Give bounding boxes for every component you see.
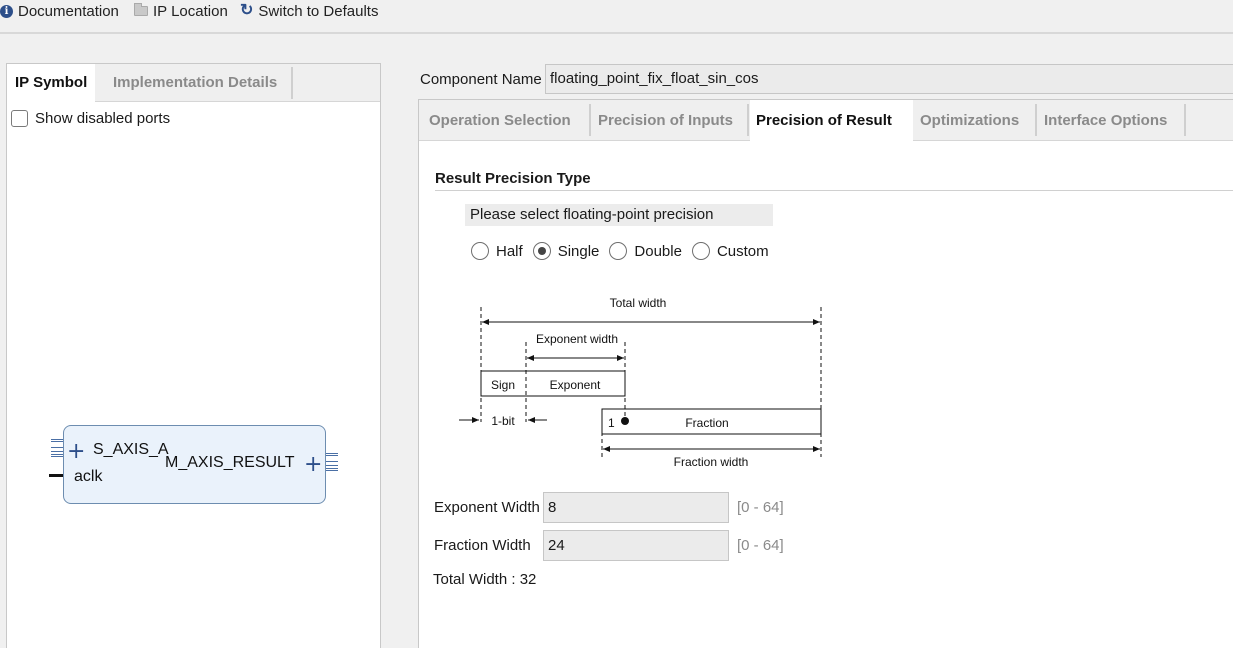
tab-implementation-details[interactable]: Implementation Details <box>105 64 285 102</box>
diagram-sign: Sign <box>491 378 515 392</box>
radio-option-half[interactable]: Half <box>471 242 523 260</box>
documentation-menu[interactable]: i Documentation <box>0 1 119 21</box>
diagram-one-bit: 1-bit <box>491 414 515 428</box>
tab-divider <box>1184 104 1186 136</box>
expand-input-bus-icon[interactable]: + <box>67 441 85 463</box>
radio-label: Custom <box>716 242 769 260</box>
radio-label: Single <box>557 242 600 260</box>
diagram-fraction: Fraction <box>685 416 728 430</box>
tab-precision-of-inputs[interactable]: Precision of Inputs <box>592 100 739 141</box>
tab-optimizations[interactable]: Optimizations <box>914 100 1025 141</box>
exponent-width-range: [0 - 64] <box>737 499 784 516</box>
exponent-width-label: Exponent Width <box>434 499 540 516</box>
port-m-axis-result: M_AXIS_RESULT <box>165 454 295 471</box>
fraction-width-label: Fraction Width <box>434 537 531 554</box>
switch-to-defaults-button[interactable]: ↻ Switch to Defaults <box>240 1 378 21</box>
radio-label: Half <box>496 242 523 260</box>
toolbar: i Documentation IP Location ↻ Switch to … <box>0 0 1233 34</box>
show-disabled-ports-checkbox[interactable] <box>11 110 28 127</box>
radio-custom[interactable] <box>691 242 710 260</box>
show-disabled-ports-row[interactable]: Show disabled ports <box>11 110 170 127</box>
section-title: Result Precision Type <box>435 170 591 187</box>
port-aclk: aclk <box>74 468 103 485</box>
fraction-width-range: [0 - 64] <box>737 537 784 554</box>
radio-option-single[interactable]: Single <box>532 242 600 260</box>
tab-divider <box>589 104 591 136</box>
radix-point <box>621 417 629 425</box>
config-tab-bar: Operation Selection Precision of Inputs … <box>419 100 1233 142</box>
section-divider <box>435 190 1233 191</box>
diagram-fraction-width: Fraction width <box>674 455 749 469</box>
radio-double[interactable] <box>609 242 628 260</box>
info-icon: i <box>0 4 13 18</box>
radio-option-custom[interactable]: Custom <box>691 242 769 260</box>
show-disabled-ports-label: Show disabled ports <box>35 110 171 127</box>
tab-divider <box>747 104 749 136</box>
exponent-width-input[interactable]: 8 <box>543 492 729 523</box>
tab-divider <box>1035 104 1037 136</box>
precision-radio-group: Half Single Double Custom <box>471 242 779 260</box>
radio-option-double[interactable]: Double <box>609 242 682 260</box>
output-bus-icon <box>326 453 338 471</box>
fraction-width-input[interactable]: 24 <box>543 530 729 561</box>
tab-operation-selection[interactable]: Operation Selection <box>423 100 577 141</box>
ip-location-label: IP Location <box>153 2 228 20</box>
precision-prompt: Please select floating-point precision <box>465 204 773 226</box>
configuration-panel: Operation Selection Precision of Inputs … <box>418 99 1233 648</box>
ip-symbol-panel: IP Symbol Implementation Details Show di… <box>6 63 381 648</box>
float-format-diagram: Total width Exponent width Sign Exponent… <box>459 296 822 469</box>
diagram-exponent-width: Exponent width <box>536 332 618 346</box>
left-tab-bar: IP Symbol Implementation Details <box>7 64 380 103</box>
total-width-readout: Total Width : 32 <box>433 571 537 588</box>
radio-label: Double <box>634 242 682 260</box>
tab-interface-options[interactable]: Interface Options <box>1038 100 1173 141</box>
diagram-exponent: Exponent <box>550 378 601 392</box>
component-name-input[interactable]: floating_point_fix_float_sin_cos <box>545 64 1233 94</box>
input-bus-icon <box>51 439 63 457</box>
diagram-implicit-one: 1 <box>608 416 615 430</box>
radio-half[interactable] <box>471 242 489 260</box>
tab-precision-of-result[interactable]: Precision of Result <box>750 100 913 142</box>
port-s-axis-a: S_AXIS_A <box>93 441 169 458</box>
clock-wire <box>49 474 64 477</box>
documentation-label: Documentation <box>18 2 119 20</box>
switch-to-defaults-label: Switch to Defaults <box>258 2 379 20</box>
diagram-total-width: Total width <box>610 296 667 310</box>
component-name-label: Component Name <box>420 71 542 88</box>
tab-ip-symbol[interactable]: IP Symbol <box>7 64 96 103</box>
radio-single[interactable] <box>532 242 551 260</box>
folder-icon <box>134 3 148 16</box>
refresh-icon: ↻ <box>240 2 254 19</box>
ip-block[interactable]: + S_AXIS_A aclk M_AXIS_RESULT + <box>63 425 326 504</box>
expand-output-bus-icon[interactable]: + <box>304 454 322 476</box>
ip-location-button[interactable]: IP Location <box>134 1 228 21</box>
tab-divider <box>291 67 293 99</box>
